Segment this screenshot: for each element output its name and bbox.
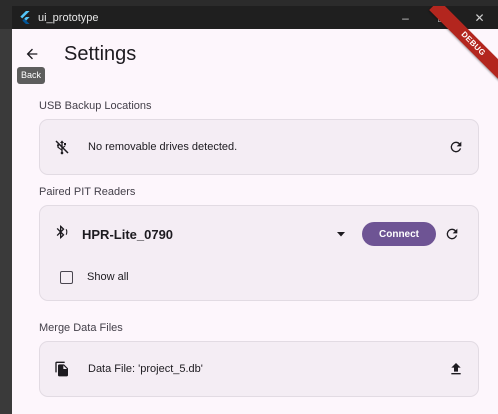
back-tooltip: Back (17, 67, 46, 84)
arrow-back-icon (26, 48, 38, 60)
window-title: ui_prototype (38, 11, 99, 24)
no-drives-message: No removable drives detected. (88, 141, 238, 153)
refresh-readers-button[interactable] (440, 226, 464, 242)
close-button[interactable]: ✕ (461, 6, 498, 29)
show-all-label: Show all (87, 271, 129, 283)
desktop-background (0, 29, 12, 414)
usb-off-icon (54, 139, 76, 155)
merge-files-card: Data File: 'project_5.db' (39, 341, 479, 397)
minimize-button[interactable]: – (387, 6, 424, 29)
pit-readers-section-label: Paired PIT Readers (39, 186, 136, 198)
connect-button[interactable]: Connect (362, 222, 436, 246)
device-dropdown-button[interactable] (330, 229, 352, 239)
upload-file-button[interactable] (448, 361, 464, 377)
merge-section-label: Merge Data Files (39, 322, 123, 334)
refresh-drives-button[interactable] (448, 139, 464, 155)
selected-device-label[interactable]: HPR-Lite_0790 (82, 227, 330, 242)
upload-icon (451, 363, 461, 375)
pit-readers-card: HPR-Lite_0790 Connect Show all (39, 205, 479, 301)
dropdown-arrow-icon (337, 232, 345, 237)
page-title: Settings (64, 42, 137, 65)
bluetooth-searching-icon (54, 224, 70, 245)
file-copy-icon (54, 361, 76, 377)
app-bar: Settings DEBUG (12, 6, 498, 88)
app-window: ui_prototype – ☐ ✕ Settings DEBUG Back U… (12, 6, 498, 414)
refresh-icon (446, 228, 458, 240)
usb-backup-section-label: USB Backup Locations (39, 100, 152, 112)
show-all-toggle[interactable]: Show all (40, 262, 478, 292)
usb-backup-card: No removable drives detected. (39, 119, 479, 175)
flutter-logo-icon (12, 11, 38, 24)
data-file-label: Data File: 'project_5.db' (88, 363, 203, 375)
window-titlebar: ui_prototype – ☐ ✕ (12, 6, 498, 29)
show-all-checkbox[interactable] (60, 270, 73, 284)
refresh-icon (450, 141, 462, 153)
